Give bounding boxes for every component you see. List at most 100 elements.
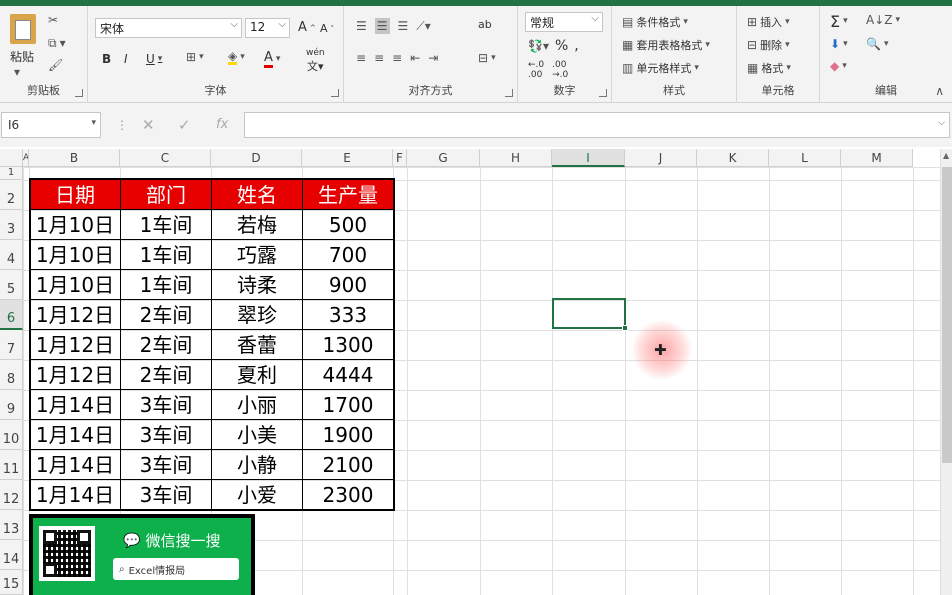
align-middle-icon[interactable]: ☰ <box>374 18 390 34</box>
font-color-button[interactable]: A ▾ <box>264 50 280 68</box>
comma-button[interactable]: , <box>574 38 578 54</box>
delete-cells-button[interactable]: ⊟ 删除 ▾ <box>747 37 790 53</box>
row-header-14[interactable]: 14 <box>0 540 23 570</box>
more-options-icon[interactable]: ⋮ <box>116 118 128 132</box>
increase-indent-icon[interactable]: ⇥ <box>428 52 438 64</box>
sort-filter-button[interactable]: A↓Z ▾ <box>866 14 900 26</box>
wrap-text-button[interactable]: ab <box>478 18 492 31</box>
table-cell[interactable]: 诗柔 <box>212 270 303 300</box>
table-cell[interactable]: 2300 <box>303 480 394 510</box>
chevron-down-icon[interactable]: ▾ <box>91 118 96 128</box>
table-cell[interactable]: 小美 <box>212 420 303 450</box>
underline-button[interactable]: U ▾ <box>146 52 162 66</box>
table-cell[interactable]: 1月14日 <box>30 450 121 480</box>
row-header-8[interactable]: 8 <box>0 360 23 390</box>
decrease-indent-icon[interactable]: ⇤ <box>410 52 420 64</box>
shrink-font-button[interactable]: A ˅ <box>320 22 334 35</box>
orientation-icon[interactable]: ⟋▾ <box>416 20 430 32</box>
align-center-icon[interactable]: ≡ <box>374 52 384 64</box>
scroll-thumb[interactable] <box>942 167 952 463</box>
col-header-j[interactable]: J <box>625 149 697 167</box>
table-cell[interactable]: 夏利 <box>212 360 303 390</box>
select-all-corner[interactable] <box>0 149 23 167</box>
table-cell[interactable]: 1300 <box>303 330 394 360</box>
copy-icon[interactable]: ⧉ ▾ <box>48 37 66 49</box>
table-cell[interactable]: 4444 <box>303 360 394 390</box>
col-header-m[interactable]: M <box>841 149 913 167</box>
fill-button[interactable]: ⬇ ▾ <box>830 38 848 50</box>
paste-button[interactable]: 粘贴 <box>10 48 34 65</box>
row-header-11[interactable]: 11 <box>0 450 23 480</box>
italic-button[interactable]: I <box>124 52 128 66</box>
table-cell[interactable]: 700 <box>303 240 394 270</box>
insert-cells-button[interactable]: ⊞ 插入 ▾ <box>747 14 790 30</box>
table-cell[interactable]: 1月14日 <box>30 420 121 450</box>
fill-color-button[interactable]: ◈ ▾ <box>228 50 245 65</box>
align-top-icon[interactable]: ☰ <box>356 20 367 32</box>
phonetic-button[interactable]: wén 文▾ <box>306 48 325 74</box>
table-cell[interactable]: 900 <box>303 270 394 300</box>
expand-formula-icon[interactable]: ⌵ <box>938 118 945 128</box>
table-cell[interactable]: 1700 <box>303 390 394 420</box>
table-cell[interactable]: 2车间 <box>121 360 212 390</box>
font-name-select[interactable]: 宋体 ⌵ <box>95 18 242 38</box>
col-header-i[interactable]: I <box>552 149 625 167</box>
table-cell[interactable]: 3车间 <box>121 480 212 510</box>
clipboard-launcher-icon[interactable] <box>75 89 83 97</box>
table-cell[interactable]: 1月14日 <box>30 390 121 420</box>
format-painter-icon[interactable]: 🖌 <box>48 59 63 71</box>
font-launcher-icon[interactable] <box>331 89 339 97</box>
col-header-g[interactable]: G <box>407 149 480 167</box>
row-header-6[interactable]: 6 <box>0 300 23 330</box>
cancel-icon[interactable]: ✕ <box>142 116 155 134</box>
row-header-12[interactable]: 12 <box>0 480 23 510</box>
enter-icon[interactable]: ✓ <box>178 116 191 134</box>
table-cell[interactable]: 1月12日 <box>30 360 121 390</box>
table-cell[interactable]: 小爱 <box>212 480 303 510</box>
banner-search-box[interactable]: ⌕ Excel情报局 <box>113 558 239 580</box>
row-header-15[interactable]: 15 <box>0 570 23 595</box>
alignment-launcher-icon[interactable] <box>505 89 513 97</box>
paste-dropdown[interactable]: ▾ <box>14 66 20 78</box>
row-header-7[interactable]: 7 <box>0 330 23 360</box>
fill-handle[interactable] <box>622 325 628 331</box>
table-cell[interactable]: 333 <box>303 300 394 330</box>
row-header-5[interactable]: 5 <box>0 270 23 300</box>
table-cell[interactable]: 1月12日 <box>30 300 121 330</box>
table-cell[interactable]: 1900 <box>303 420 394 450</box>
table-cell[interactable]: 2100 <box>303 450 394 480</box>
table-header-cell[interactable]: 日期 <box>30 180 121 210</box>
font-size-select[interactable]: 12 ⌵ <box>245 18 290 38</box>
grow-font-button[interactable]: A ^ <box>298 20 316 35</box>
table-cell[interactable]: 1车间 <box>121 270 212 300</box>
table-header-cell[interactable]: 生产量 <box>303 180 394 210</box>
col-header-d[interactable]: D <box>211 149 302 167</box>
active-cell-i6[interactable] <box>552 298 628 331</box>
table-header-cell[interactable]: 姓名 <box>212 180 303 210</box>
scroll-up-icon[interactable]: ▲ <box>943 151 949 160</box>
find-select-button[interactable]: 🔍 ▾ <box>866 38 888 50</box>
col-header-h[interactable]: H <box>480 149 552 167</box>
table-cell[interactable]: 1月10日 <box>30 270 121 300</box>
table-cell[interactable]: 若梅 <box>212 210 303 240</box>
col-header-e[interactable]: E <box>302 149 393 167</box>
table-cell[interactable]: 1车间 <box>121 210 212 240</box>
merge-center-button[interactable]: ⊟ ▾ <box>478 52 496 64</box>
col-header-l[interactable]: L <box>769 149 841 167</box>
table-cell[interactable]: 1月10日 <box>30 240 121 270</box>
align-right-icon[interactable]: ≡ <box>392 52 402 64</box>
table-cell[interactable]: 小静 <box>212 450 303 480</box>
cell-styles-button[interactable]: ▥ 单元格样式 ▾ <box>622 60 699 76</box>
align-bottom-icon[interactable]: ☰ <box>398 20 409 32</box>
percent-button[interactable]: % <box>555 38 568 54</box>
table-cell[interactable]: 3车间 <box>121 420 212 450</box>
table-cell[interactable]: 翠珍 <box>212 300 303 330</box>
table-cell[interactable]: 2车间 <box>121 300 212 330</box>
table-cell[interactable]: 500 <box>303 210 394 240</box>
format-cells-button[interactable]: ▦ 格式 ▾ <box>747 60 791 76</box>
table-cell[interactable]: 1月10日 <box>30 210 121 240</box>
format-as-table-button[interactable]: ▦ 套用表格格式 ▾ <box>622 37 710 53</box>
table-cell[interactable]: 3车间 <box>121 450 212 480</box>
row-header-1[interactable]: 1 <box>0 167 23 180</box>
insert-function-icon[interactable]: fx <box>216 117 228 132</box>
